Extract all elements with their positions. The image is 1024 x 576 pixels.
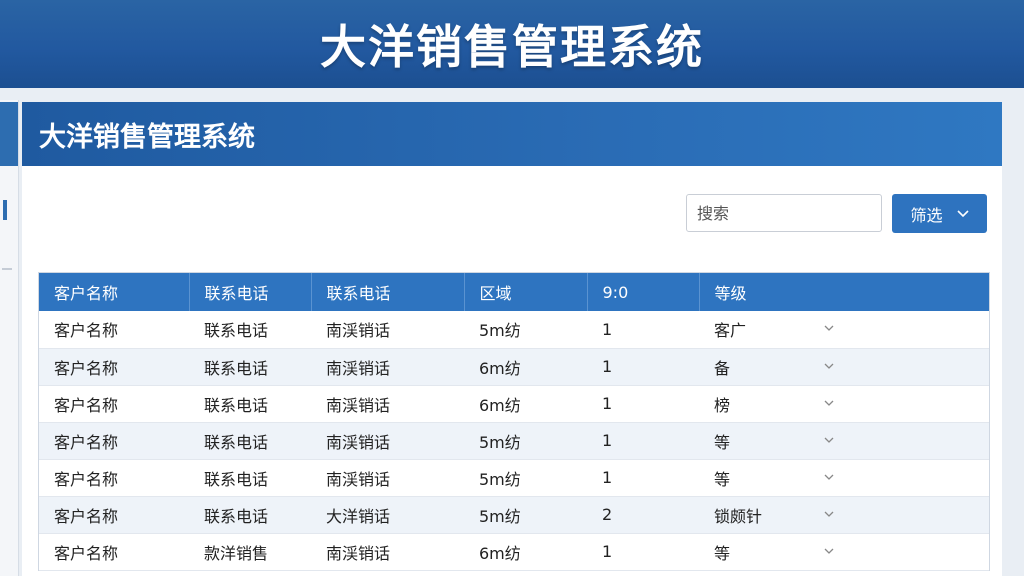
grade-value: 锁颇针 <box>714 506 763 526</box>
cell-count: 1 <box>587 533 699 571</box>
cell-region: 6m纺 <box>464 533 587 571</box>
search-input[interactable] <box>686 194 882 232</box>
table-row[interactable]: 客户名称 款洋销售 南渓销话 6m纺 1 等 <box>39 533 989 571</box>
cell-grade-select[interactable]: 等 <box>699 459 989 497</box>
cell-phone-2: 南渓销话 <box>311 533 464 571</box>
chevron-down-icon[interactable] <box>824 325 834 332</box>
chevron-down-icon[interactable] <box>824 363 834 370</box>
cell-customer-name: 客户名称 <box>39 385 189 423</box>
cell-phone-2: 南渓销话 <box>311 348 464 386</box>
top-banner: 大洋销售管理系统 <box>0 0 1024 88</box>
cell-grade-select[interactable]: 等 <box>699 422 989 460</box>
cell-grade-select[interactable]: 客广 <box>699 311 989 349</box>
cell-phone: 款洋销售 <box>189 533 311 571</box>
cell-region: 5m纺 <box>464 422 587 460</box>
panel-header: 大洋销售管理系统 <box>22 102 1002 166</box>
filter-label: 筛选 <box>910 205 943 225</box>
grade-value: 客广 <box>714 321 747 341</box>
table-row[interactable]: 客户名称 联系电话 南渓销话 6m纺 1 备 <box>39 348 989 386</box>
cell-region: 6m纺 <box>464 385 587 423</box>
table-row[interactable]: 客户名称 联系电话 南渓销话 6m纺 1 榜 <box>39 385 989 423</box>
chevron-down-icon[interactable] <box>824 511 834 518</box>
cell-count: 1 <box>587 311 699 349</box>
cell-region: 5m纺 <box>464 496 587 534</box>
cell-phone: 联系电话 <box>189 459 311 497</box>
cell-phone-2: 南渓销话 <box>311 459 464 497</box>
grade-value: 榜 <box>714 395 731 415</box>
cell-grade-select[interactable]: 榜 <box>699 385 989 423</box>
cell-customer-name: 客户名称 <box>39 348 189 386</box>
table-row[interactable]: 客户名称 联系电话 大洋销话 5m纺 2 锁颇针 <box>39 496 989 534</box>
table-row[interactable]: 客户名称 联系电话 南渓销话 5m纺 1 客广 <box>39 311 989 349</box>
sidebar-active-marker <box>3 200 7 220</box>
cell-region: 5m纺 <box>464 311 587 349</box>
cell-customer-name: 客户名称 <box>39 311 189 349</box>
cell-count: 2 <box>587 496 699 534</box>
cell-phone-2: 南渓销话 <box>311 385 464 423</box>
cell-phone: 联系电话 <box>189 348 311 386</box>
chevron-down-icon[interactable] <box>824 548 834 555</box>
cell-phone: 联系电话 <box>189 496 311 534</box>
main-panel: 大洋销售管理系统 筛选 客户名称 联系电话 联系电话 区域 9:0 等级 <box>22 102 1002 576</box>
sidebar-header-edge <box>0 102 18 166</box>
cell-customer-name: 客户名称 <box>39 496 189 534</box>
column-header[interactable]: 等级 <box>699 273 989 311</box>
cell-phone-2: 大洋销话 <box>311 496 464 534</box>
chevron-down-icon <box>956 209 969 217</box>
cell-grade-select[interactable]: 锁颇针 <box>699 496 989 534</box>
column-header[interactable]: 客户名称 <box>39 273 190 311</box>
column-header[interactable]: 9:0 <box>587 273 700 311</box>
chevron-down-icon[interactable] <box>824 437 834 444</box>
cell-customer-name: 客户名称 <box>39 459 189 497</box>
cell-phone: 联系电话 <box>189 385 311 423</box>
cell-customer-name: 客户名称 <box>39 422 189 460</box>
cell-grade-select[interactable]: 备 <box>699 348 989 386</box>
cell-phone: 联系电话 <box>189 311 311 349</box>
page-title: 大洋销售管理系统 <box>39 121 255 153</box>
column-header[interactable]: 联系电话 <box>189 273 312 311</box>
chevron-down-icon[interactable] <box>824 400 834 407</box>
grade-value: 备 <box>714 358 731 378</box>
grade-value: 等 <box>714 469 731 489</box>
grade-value: 等 <box>714 432 731 452</box>
cell-phone: 联系电话 <box>189 422 311 460</box>
cell-count: 1 <box>587 422 699 460</box>
left-sidebar-strip <box>0 100 19 576</box>
cell-region: 5m纺 <box>464 459 587 497</box>
cell-customer-name: 客户名称 <box>39 533 189 571</box>
cell-count: 1 <box>587 348 699 386</box>
column-header[interactable]: 区域 <box>464 273 588 311</box>
cell-count: 1 <box>587 459 699 497</box>
cell-phone-2: 南渓销话 <box>311 422 464 460</box>
customer-table: 客户名称 联系电话 联系电话 区域 9:0 等级 客户名称 联系电话 南渓销话 … <box>38 272 990 571</box>
chevron-down-icon[interactable] <box>824 474 834 481</box>
table-header-row: 客户名称 联系电话 联系电话 区域 9:0 等级 <box>39 273 989 311</box>
table-row[interactable]: 客户名称 联系电话 南渓销话 5m纺 1 等 <box>39 459 989 497</box>
grade-value: 等 <box>714 543 731 563</box>
cell-phone-2: 南渓销话 <box>311 311 464 349</box>
sidebar-divider <box>2 268 12 270</box>
banner-title: 大洋销售管理系统 <box>320 20 704 74</box>
cell-grade-select[interactable]: 等 <box>699 533 989 571</box>
cell-region: 6m纺 <box>464 348 587 386</box>
column-header[interactable]: 联系电话 <box>311 273 465 311</box>
table-row[interactable]: 客户名称 联系电话 南渓销话 5m纺 1 等 <box>39 422 989 460</box>
filter-button[interactable]: 筛选 <box>892 194 987 233</box>
cell-count: 1 <box>587 385 699 423</box>
